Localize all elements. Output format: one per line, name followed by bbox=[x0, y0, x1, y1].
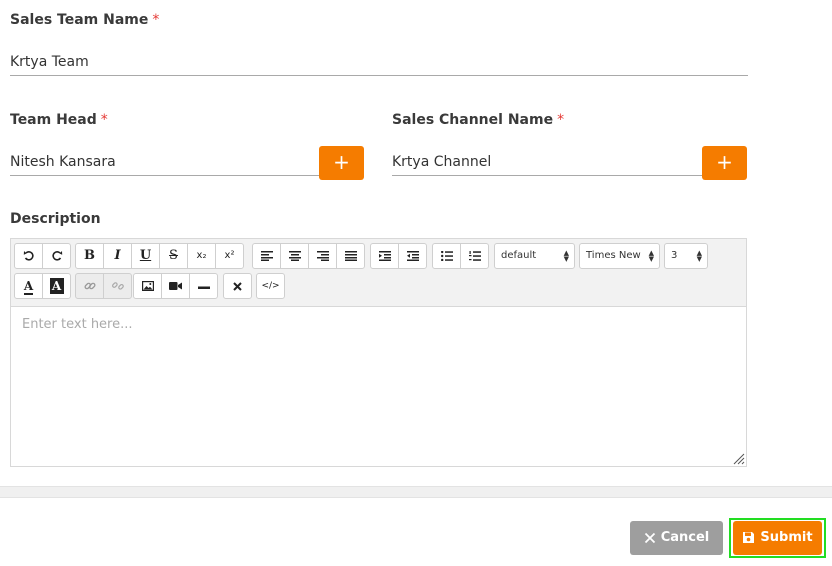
required-marker: * bbox=[557, 112, 565, 128]
redo-button[interactable] bbox=[42, 243, 71, 269]
background-color-icon: A bbox=[49, 278, 64, 294]
align-justify-icon bbox=[344, 251, 357, 261]
rich-text-editor: B I U S x₂ x² default ▲ ▼ Times New ▲ ▼ … bbox=[10, 238, 747, 467]
team-head-input[interactable]: Nitesh Kansara bbox=[10, 152, 319, 176]
undo-icon bbox=[23, 251, 34, 261]
unlink-button[interactable] bbox=[103, 273, 132, 299]
sales-channel-name-label-text: Sales Channel Name bbox=[392, 112, 554, 128]
add-team-head-button[interactable]: + bbox=[319, 146, 364, 180]
align-right-icon bbox=[316, 251, 329, 261]
subscript-button[interactable]: x₂ bbox=[187, 243, 216, 269]
sales-channel-name-label: Sales Channel Name * bbox=[392, 112, 564, 128]
insert-video-button[interactable] bbox=[161, 273, 190, 299]
font-size-select[interactable]: 3 ▲ ▼ bbox=[664, 243, 708, 269]
bullet-list-button[interactable] bbox=[432, 243, 461, 269]
sales-team-name-label-text: Sales Team Name bbox=[10, 12, 149, 28]
font-size-value: 3 bbox=[671, 250, 678, 261]
outdent-button[interactable] bbox=[398, 243, 427, 269]
unlink-icon bbox=[111, 282, 124, 290]
cancel-button[interactable]: Cancel bbox=[630, 521, 723, 555]
align-center-button[interactable] bbox=[280, 243, 309, 269]
outdent-icon bbox=[406, 251, 419, 261]
align-justify-button[interactable] bbox=[336, 243, 365, 269]
font-family-value: Times New bbox=[586, 250, 641, 261]
resize-handle-icon[interactable] bbox=[731, 451, 745, 465]
code-view-button[interactable]: </> bbox=[256, 273, 285, 299]
bullet-list-icon bbox=[440, 250, 453, 262]
text-color-icon: A bbox=[23, 279, 34, 295]
background-color-button[interactable]: A bbox=[42, 273, 71, 299]
submit-button[interactable]: Submit bbox=[733, 521, 822, 555]
align-right-button[interactable] bbox=[308, 243, 337, 269]
required-marker: * bbox=[152, 12, 160, 28]
undo-button[interactable] bbox=[14, 243, 43, 269]
format-block-select[interactable]: default ▲ ▼ bbox=[494, 243, 575, 269]
clear-format-button[interactable] bbox=[223, 273, 252, 299]
close-icon bbox=[644, 532, 655, 544]
format-block-value: default bbox=[501, 250, 537, 261]
required-marker: * bbox=[100, 112, 108, 128]
submit-button-label: Submit bbox=[760, 530, 813, 545]
save-icon bbox=[743, 532, 755, 543]
numbered-list-icon bbox=[468, 251, 481, 261]
text-color-button[interactable]: A bbox=[14, 273, 43, 299]
team-head-label: Team Head * bbox=[10, 112, 108, 128]
bold-button[interactable]: B bbox=[75, 243, 104, 269]
horizontal-rule-icon bbox=[197, 286, 210, 289]
insert-image-button[interactable] bbox=[133, 273, 162, 299]
description-textarea[interactable]: Enter text here... bbox=[11, 307, 746, 466]
indent-icon bbox=[378, 251, 391, 261]
link-button[interactable] bbox=[75, 273, 104, 299]
italic-button[interactable]: I bbox=[103, 243, 132, 269]
close-icon bbox=[233, 282, 242, 291]
align-center-icon bbox=[288, 251, 301, 261]
align-left-icon bbox=[260, 251, 273, 261]
underline-button[interactable]: U bbox=[131, 243, 160, 269]
video-camera-icon bbox=[169, 282, 182, 290]
footer-divider bbox=[0, 486, 832, 498]
horizontal-rule-button[interactable] bbox=[189, 273, 218, 299]
team-head-label-text: Team Head bbox=[10, 112, 97, 128]
sales-team-name-input[interactable]: Krtya Team bbox=[10, 52, 748, 76]
redo-icon bbox=[51, 251, 62, 261]
align-left-button[interactable] bbox=[252, 243, 281, 269]
link-icon bbox=[84, 282, 95, 290]
strikethrough-button[interactable]: S bbox=[159, 243, 188, 269]
submit-button-focus-ring: Submit bbox=[729, 518, 826, 558]
editor-toolbar: B I U S x₂ x² default ▲ ▼ Times New ▲ ▼ … bbox=[11, 239, 746, 307]
add-sales-channel-button[interactable]: + bbox=[702, 146, 747, 180]
description-label: Description bbox=[10, 211, 101, 227]
select-arrows-icon: ▲ ▼ bbox=[648, 249, 654, 263]
select-arrows-icon: ▲ ▼ bbox=[563, 249, 569, 263]
indent-button[interactable] bbox=[370, 243, 399, 269]
image-icon bbox=[141, 281, 154, 292]
numbered-list-button[interactable] bbox=[460, 243, 489, 269]
superscript-button[interactable]: x² bbox=[215, 243, 244, 269]
sales-team-name-label: Sales Team Name * bbox=[10, 12, 159, 28]
select-arrows-icon: ▲ ▼ bbox=[696, 249, 702, 263]
cancel-button-label: Cancel bbox=[660, 530, 710, 545]
sales-channel-name-input[interactable]: Krtya Channel bbox=[392, 152, 702, 176]
font-family-select[interactable]: Times New ▲ ▼ bbox=[579, 243, 660, 269]
